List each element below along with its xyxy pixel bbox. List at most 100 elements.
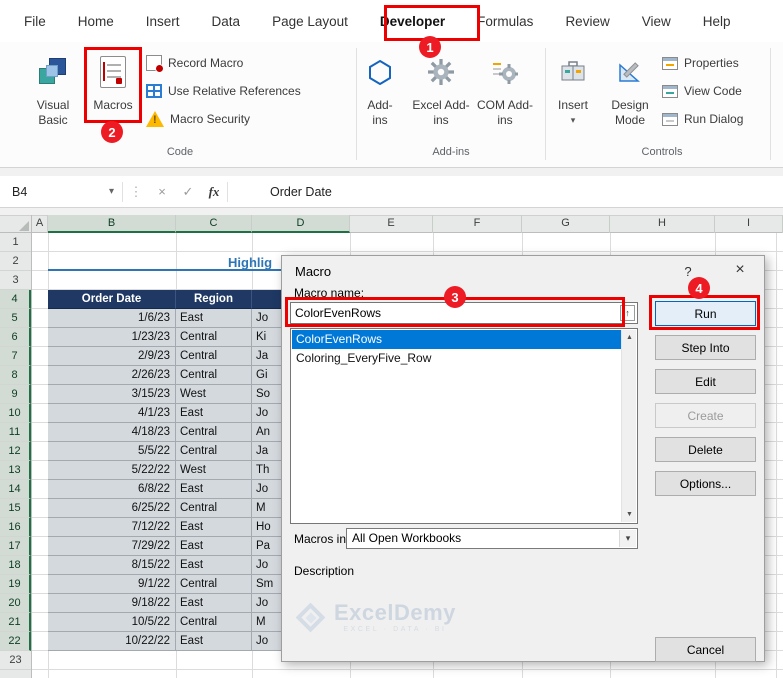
- properties-button[interactable]: Properties: [662, 50, 774, 76]
- row-header[interactable]: 17: [0, 537, 31, 556]
- row-header[interactable]: 5: [0, 309, 31, 328]
- options-button[interactable]: Options...: [655, 471, 756, 496]
- column-header[interactable]: D: [252, 215, 350, 233]
- add-ins-button[interactable]: Add-ins: [360, 46, 400, 144]
- row-header[interactable]: 20: [0, 594, 31, 613]
- cell-region[interactable]: East: [176, 594, 252, 613]
- row-header[interactable]: 15: [0, 499, 31, 518]
- row-header[interactable]: 4: [0, 290, 31, 309]
- cell-order-date[interactable]: 9/1/22: [48, 575, 176, 594]
- ribbon-tab[interactable]: Insert: [130, 0, 196, 42]
- ribbon-tab[interactable]: Review: [549, 0, 625, 42]
- cell-region[interactable]: East: [176, 556, 252, 575]
- cell-order-date[interactable]: 10/22/22: [48, 632, 176, 651]
- enter-entry-icon[interactable]: ✓: [175, 184, 201, 200]
- ribbon-tab[interactable]: Data: [196, 0, 257, 42]
- row-header[interactable]: 21: [0, 613, 31, 632]
- row-header[interactable]: 18: [0, 556, 31, 575]
- row-header[interactable]: 12: [0, 442, 31, 461]
- row-header[interactable]: 23: [0, 651, 31, 670]
- visual-basic-button[interactable]: Visual Basic: [26, 46, 80, 144]
- table-header-region[interactable]: Region: [176, 290, 252, 309]
- excel-add-ins-button[interactable]: Excel Add-ins: [410, 46, 472, 144]
- column-header[interactable]: E: [350, 215, 433, 233]
- com-add-ins-button[interactable]: COM Add-ins: [476, 46, 534, 144]
- row-header[interactable]: 19: [0, 575, 31, 594]
- insert-dropdown-icon[interactable]: ▾: [550, 113, 596, 128]
- run-button[interactable]: Run: [655, 301, 756, 326]
- cell-order-date[interactable]: 5/22/22: [48, 461, 176, 480]
- use-relative-references-button[interactable]: Use Relative References: [146, 78, 336, 104]
- cell-order-date[interactable]: 1/6/23: [48, 309, 176, 328]
- select-all-corner[interactable]: [0, 215, 32, 233]
- cell-region[interactable]: Central: [176, 575, 252, 594]
- row-header[interactable]: 2: [0, 252, 31, 271]
- cell-region[interactable]: Central: [176, 423, 252, 442]
- row-header[interactable]: 1: [0, 233, 31, 252]
- row-header[interactable]: 8: [0, 366, 31, 385]
- cell-order-date[interactable]: 2/26/23: [48, 366, 176, 385]
- row-header[interactable]: 14: [0, 480, 31, 499]
- cell-order-date[interactable]: 3/15/23: [48, 385, 176, 404]
- view-code-button[interactable]: View Code: [662, 78, 774, 104]
- column-header[interactable]: A: [32, 215, 48, 233]
- vertical-ellipsis-icon[interactable]: ⋮: [123, 184, 149, 200]
- cell-order-date[interactable]: 8/15/22: [48, 556, 176, 575]
- cell-order-date[interactable]: 10/5/22: [48, 613, 176, 632]
- ribbon-tab[interactable]: Developer: [364, 0, 461, 42]
- row-header[interactable]: 6: [0, 328, 31, 347]
- cell-region[interactable]: Central: [176, 366, 252, 385]
- table-header-order-date[interactable]: Order Date: [48, 290, 176, 309]
- cancel-entry-icon[interactable]: ×: [149, 184, 175, 199]
- row-header[interactable]: 16: [0, 518, 31, 537]
- scroll-down-icon[interactable]: ▼: [622, 507, 637, 522]
- collapse-dialog-icon[interactable]: ↑: [620, 305, 635, 321]
- column-header[interactable]: B: [48, 215, 176, 233]
- ribbon-tab[interactable]: Help: [687, 0, 747, 42]
- column-header[interactable]: C: [176, 215, 252, 233]
- cancel-button[interactable]: Cancel: [655, 637, 756, 662]
- cell-order-date[interactable]: 7/12/22: [48, 518, 176, 537]
- cell-order-date[interactable]: 7/29/22: [48, 537, 176, 556]
- macro-security-button[interactable]: ! Macro Security: [146, 106, 336, 132]
- dialog-help-icon[interactable]: ?: [680, 264, 696, 279]
- cell-region[interactable]: Central: [176, 442, 252, 461]
- cell-region[interactable]: East: [176, 404, 252, 423]
- insert-control-button[interactable]: Insert ▾: [550, 46, 596, 144]
- ribbon-tab[interactable]: Page Layout: [256, 0, 364, 42]
- cell-order-date[interactable]: 4/18/23: [48, 423, 176, 442]
- row-header[interactable]: 22: [0, 632, 31, 651]
- cell-region[interactable]: Central: [176, 499, 252, 518]
- cell-region[interactable]: East: [176, 518, 252, 537]
- row-header[interactable]: 9: [0, 385, 31, 404]
- cell-order-date[interactable]: 1/23/23: [48, 328, 176, 347]
- cell-region[interactable]: East: [176, 480, 252, 499]
- cell-region[interactable]: East: [176, 632, 252, 651]
- cell-order-date[interactable]: 6/8/22: [48, 480, 176, 499]
- row-header[interactable]: 13: [0, 461, 31, 480]
- row-header[interactable]: 7: [0, 347, 31, 366]
- row-header[interactable]: 11: [0, 423, 31, 442]
- cell-order-date[interactable]: 6/25/22: [48, 499, 176, 518]
- record-macro-button[interactable]: Record Macro: [146, 50, 336, 76]
- macro-list-item[interactable]: ColorEvenRows: [292, 330, 621, 349]
- ribbon-tab[interactable]: Home: [62, 0, 130, 42]
- name-box[interactable]: B4 ▾: [0, 176, 122, 207]
- column-header[interactable]: F: [433, 215, 522, 233]
- column-header[interactable]: G: [522, 215, 610, 233]
- edit-button[interactable]: Edit: [655, 369, 756, 394]
- scroll-up-icon[interactable]: ▲: [622, 330, 637, 345]
- column-header[interactable]: H: [610, 215, 715, 233]
- delete-button[interactable]: Delete: [655, 437, 756, 462]
- cell-order-date[interactable]: 5/5/22: [48, 442, 176, 461]
- cell-region[interactable]: East: [176, 309, 252, 328]
- insert-function-icon[interactable]: fx: [201, 184, 227, 200]
- formula-content[interactable]: Order Date: [270, 185, 332, 199]
- combo-arrow-icon[interactable]: ▾: [619, 530, 636, 547]
- dialog-close-icon[interactable]: ×: [730, 261, 750, 279]
- cell-order-date[interactable]: 2/9/23: [48, 347, 176, 366]
- ribbon-tab[interactable]: File: [8, 0, 62, 42]
- macro-list-item[interactable]: Coloring_EveryFive_Row: [292, 349, 621, 368]
- cell-order-date[interactable]: 4/1/23: [48, 404, 176, 423]
- run-dialog-button[interactable]: Run Dialog: [662, 106, 774, 132]
